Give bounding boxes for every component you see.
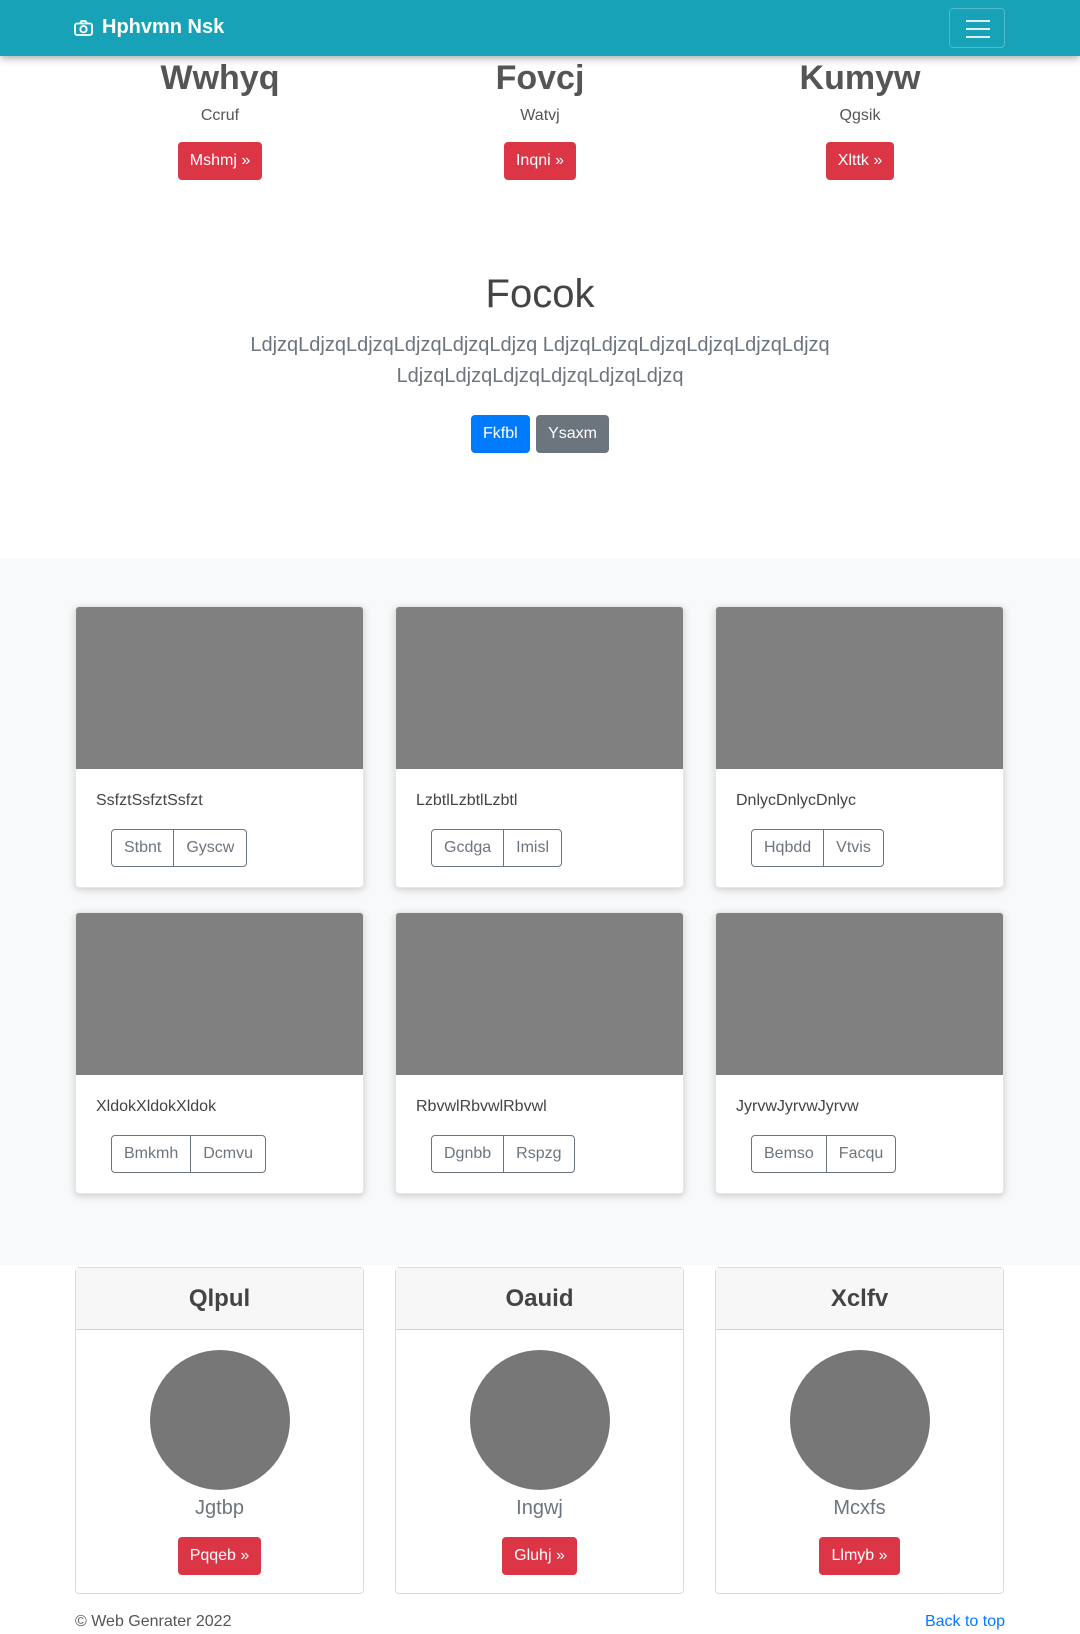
album-card: SsfztSsfztSsfzt Stbnt Gyscw — [75, 606, 364, 888]
card-button-group: Gcdga Imisl — [431, 829, 563, 867]
card-button-group: Bmkmh Dcmvu — [111, 1135, 267, 1173]
brand-name: Hphvmn Nsk — [102, 16, 225, 38]
card-button-group: Dgnbb Rspzg — [431, 1135, 575, 1173]
card-thumbnail — [716, 607, 1003, 769]
card-button-group: Hqbdd Vtvis — [751, 829, 884, 867]
navbar: Hphvmn Nsk — [0, 0, 1080, 56]
feature-button[interactable]: Xlttk » — [825, 142, 895, 180]
avatar — [469, 1350, 610, 1490]
card-thumbnail — [396, 913, 683, 1075]
card-text: XldokXldokXldok — [96, 1098, 217, 1115]
album-card: RbvwlRbvwlRbvwl Dgnbb Rspzg — [395, 912, 684, 1194]
camera-icon — [74, 19, 93, 36]
feature-title: Kumyw — [799, 59, 921, 97]
card-button[interactable]: Bemso — [752, 1136, 826, 1172]
album-card: JyrvwJyrvwJyrvw Bemso Facqu — [715, 912, 1004, 1194]
feature-column: Fovcj Watvj Inqni » — [450, 58, 630, 180]
card-button-group: Bemso Facqu — [751, 1135, 897, 1173]
feature-text: Qgsik — [839, 107, 881, 124]
card-button[interactable]: Stbnt — [112, 830, 173, 866]
feature-column: Kumyw Qgsik Xlttk » — [770, 58, 950, 180]
card-button-group: Stbnt Gyscw — [111, 829, 248, 867]
card-thumbnail — [396, 607, 683, 769]
navbar-toggle-button[interactable] — [949, 8, 1005, 48]
profile-card-header: Qlpul — [76, 1268, 363, 1330]
card-thumbnail — [76, 913, 363, 1075]
feature-title: Fovcj — [495, 59, 585, 97]
card-button[interactable]: Dgnbb — [432, 1136, 503, 1172]
avatar — [149, 1350, 290, 1490]
profile-name: Mcxfs — [833, 1497, 886, 1519]
album-card: XldokXldokXldok Bmkmh Dcmvu — [75, 912, 364, 1194]
menu-icon — [966, 20, 990, 22]
album-card: LzbtlLzbtlLzbtl Gcdga Imisl — [395, 606, 684, 888]
feature-button[interactable]: Mshmj » — [177, 142, 263, 180]
back-to-top-link[interactable]: Back to top — [925, 1613, 1005, 1631]
album-section: SsfztSsfztSsfzt Stbnt Gyscw LzbtlLzbtlLz… — [0, 558, 1080, 1265]
feature-column: Wwhyq Ccruf Mshmj » — [130, 58, 310, 180]
card-button[interactable]: Hqbdd — [752, 830, 823, 866]
profile-button[interactable]: Gluhj » — [502, 1537, 577, 1575]
feature-text: Ccruf — [200, 107, 240, 124]
card-button[interactable]: Gyscw — [173, 830, 246, 866]
profile-card-header: Xclfv — [716, 1268, 1003, 1330]
card-thumbnail — [76, 607, 363, 769]
profile-card: Xclfv Mcxfs Llmyb » — [715, 1267, 1004, 1594]
feature-text: Watvj — [520, 107, 560, 124]
jumbotron-lead: LdjzqLdjzqLdjzqLdjzqLdjzqLdjzq LdjzqLdjz… — [250, 334, 830, 387]
card-text: SsfztSsfztSsfzt — [96, 792, 203, 809]
profile-button[interactable]: Llmyb » — [819, 1537, 900, 1575]
card-text: LzbtlLzbtlLzbtl — [416, 792, 518, 809]
primary-button[interactable]: Fkfbl — [470, 415, 530, 453]
profile-card: Qlpul Jgtbp Pqqeb » — [75, 1267, 364, 1594]
card-thumbnail — [716, 913, 1003, 1075]
jumbotron: Focok LdjzqLdjzqLdjzqLdjzqLdjzqLdjzq Ldj… — [0, 270, 1080, 453]
card-button[interactable]: Dcmvu — [190, 1136, 265, 1172]
card-button[interactable]: Facqu — [825, 1136, 895, 1172]
card-text: DnlycDnlycDnlyc — [736, 792, 857, 809]
card-button[interactable]: Bmkmh — [112, 1136, 190, 1172]
feature-title: Wwhyq — [160, 59, 280, 97]
profile-card-header: Oauid — [396, 1268, 683, 1330]
card-button[interactable]: Rspzg — [503, 1136, 573, 1172]
profile-card: Oauid Ingwj Gluhj » — [395, 1267, 684, 1594]
footer-copyright: © Web Genrater 2022 — [75, 1613, 232, 1630]
card-button[interactable]: Imisl — [503, 830, 561, 866]
profile-name: Ingwj — [516, 1497, 563, 1519]
card-text: RbvwlRbvwlRbvwl — [416, 1098, 547, 1115]
card-button[interactable]: Vtvis — [823, 830, 883, 866]
brand-link[interactable]: Hphvmn Nsk — [74, 16, 224, 39]
secondary-button[interactable]: Ysaxm — [536, 415, 610, 453]
profile-button[interactable]: Pqqeb » — [177, 1537, 262, 1575]
album-card: DnlycDnlycDnlyc Hqbdd Vtvis — [715, 606, 1004, 888]
profile-name: Jgtbp — [195, 1497, 244, 1519]
card-button[interactable]: Gcdga — [432, 830, 503, 866]
jumbotron-title: Focok — [485, 272, 595, 316]
card-text: JyrvwJyrvwJyrvw — [736, 1098, 859, 1115]
avatar — [789, 1350, 930, 1490]
feature-button[interactable]: Inqni » — [503, 142, 577, 180]
